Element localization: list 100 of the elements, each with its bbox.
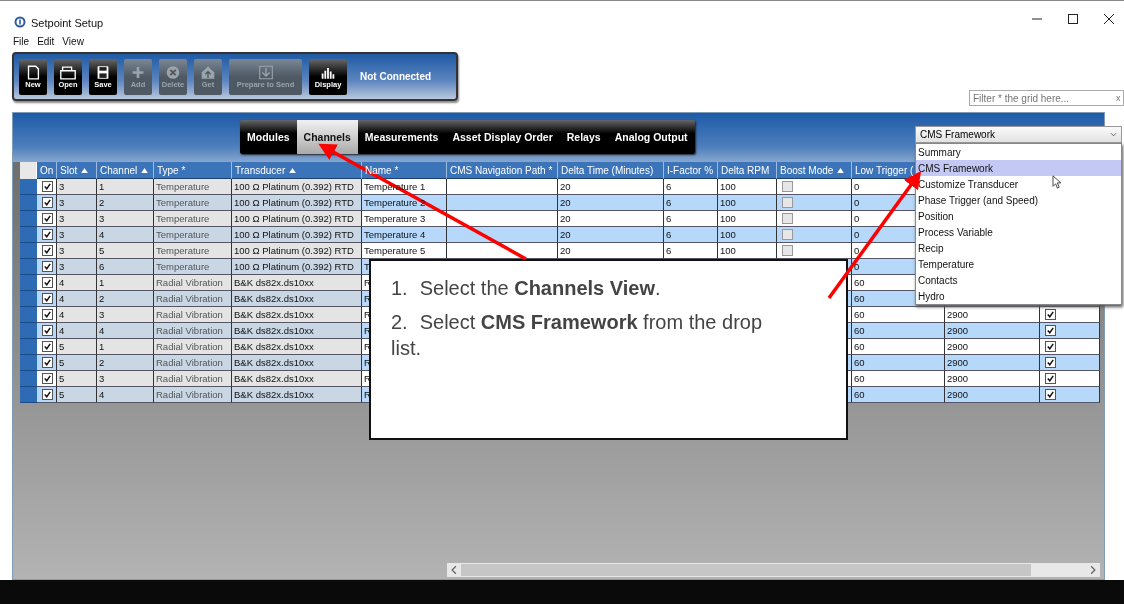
table-cell: 3: [57, 179, 97, 195]
maximize-icon[interactable]: [1068, 14, 1078, 24]
window-title: Setpoint Setup: [31, 17, 104, 29]
connection-status: Not Connected: [360, 71, 432, 82]
home-icon: [199, 64, 217, 80]
scroll-left-icon[interactable]: [450, 565, 458, 575]
checkbox[interactable]: [42, 181, 53, 192]
table-cell: Radial Vibration: [154, 307, 232, 323]
table-cell: 6: [664, 179, 718, 195]
table-cell: 4: [57, 323, 97, 339]
column-header[interactable]: Delta RPM: [718, 162, 777, 179]
view-tab[interactable]: Asset Display Order: [445, 120, 560, 154]
table-cell: Radial Vibration: [154, 291, 232, 307]
table-cell: Temperature: [154, 227, 232, 243]
table-cell: Temperature: [154, 179, 232, 195]
dropdown-option[interactable]: Summary: [916, 144, 1121, 160]
column-header[interactable]: Transducer: [232, 162, 362, 179]
table-cell: 3: [57, 259, 97, 275]
table-cell: Temperature 4: [362, 227, 447, 243]
menu-item[interactable]: File: [13, 35, 30, 47]
table-cell: Temperature: [154, 195, 232, 211]
column-header[interactable]: Delta Time (Minutes): [558, 162, 664, 179]
table-cell: 60: [852, 371, 945, 387]
checkbox[interactable]: [42, 309, 53, 320]
table-cell: 100: [718, 195, 777, 211]
sort-arrow-icon: [289, 167, 297, 173]
checkbox[interactable]: [782, 245, 793, 256]
checkbox[interactable]: [1045, 357, 1056, 368]
checkbox[interactable]: [42, 389, 53, 400]
table-cell: 4: [97, 227, 154, 243]
table-cell: 60: [852, 307, 945, 323]
sort-arrow-icon: [81, 167, 89, 173]
checkbox[interactable]: [1045, 309, 1056, 320]
table-cell: 3: [57, 211, 97, 227]
table-cell: 60: [852, 323, 945, 339]
table-cell: 100 Ω Platinum (0.392) RTD: [232, 179, 362, 195]
checkbox[interactable]: [1045, 341, 1056, 352]
checkbox[interactable]: [42, 261, 53, 272]
checkbox[interactable]: [782, 213, 793, 224]
menu-item[interactable]: Edit: [37, 35, 55, 47]
view-tab[interactable]: Measurements: [357, 120, 446, 154]
table-cell: Temperature 3: [362, 211, 447, 227]
table-cell: B&K ds82x.ds10xx: [232, 355, 362, 371]
view-tab[interactable]: Modules: [240, 120, 297, 154]
view-tab[interactable]: Relays: [559, 120, 608, 154]
column-header[interactable]: CMS Navigation Path *: [447, 162, 558, 179]
checkbox[interactable]: [42, 229, 53, 240]
table-cell: 4: [97, 323, 154, 339]
table-cell: Radial Vibration: [154, 387, 232, 403]
checkbox[interactable]: [782, 197, 793, 208]
checkbox[interactable]: [782, 229, 793, 240]
table-cell: 6: [97, 259, 154, 275]
menu-item[interactable]: View: [62, 35, 84, 47]
column-header[interactable]: Type *: [154, 162, 232, 179]
table-cell: 100 Ω Platinum (0.392) RTD: [232, 243, 362, 259]
checkbox[interactable]: [1045, 389, 1056, 400]
filter-field[interactable]: Filter * the grid here... x: [969, 90, 1124, 106]
clear-button[interactable]: x: [1116, 93, 1121, 103]
checkbox[interactable]: [42, 341, 53, 352]
table-cell: 3: [97, 307, 154, 323]
checkbox[interactable]: [782, 181, 793, 192]
checkbox[interactable]: [42, 245, 53, 256]
checkbox[interactable]: [42, 357, 53, 368]
table-cell: 100 Ω Platinum (0.392) RTD: [232, 259, 362, 275]
table-cell: B&K ds82x.ds10xx: [232, 307, 362, 323]
column-header[interactable]: Boost Mode: [777, 162, 852, 179]
table-cell: 100: [718, 227, 777, 243]
grid-corner: [20, 162, 37, 179]
scroll-right-icon[interactable]: [1089, 565, 1097, 575]
table-cell: 2900: [945, 355, 1040, 371]
checkbox[interactable]: [1045, 325, 1056, 336]
checkbox[interactable]: [42, 293, 53, 304]
table-cell: B&K ds82x.ds10xx: [232, 371, 362, 387]
column-header[interactable]: I-Factor %: [664, 162, 718, 179]
table-cell: B&K ds82x.ds10xx: [232, 275, 362, 291]
dropdown-option[interactable]: CMS Framework: [916, 160, 1121, 176]
table-cell: 100 Ω Platinum (0.392) RTD: [232, 211, 362, 227]
column-header[interactable]: On: [37, 162, 57, 179]
checkbox[interactable]: [42, 325, 53, 336]
table-cell: 2900: [945, 307, 1040, 323]
app-icon: [14, 16, 26, 28]
table-cell: 4: [57, 291, 97, 307]
table-cell: 1: [97, 339, 154, 355]
view-dropdown[interactable]: CMS Framework: [915, 126, 1122, 143]
table-cell: B&K ds82x.ds10xx: [232, 323, 362, 339]
horizontal-scrollbar[interactable]: [447, 563, 1100, 577]
table-cell: Temperature 2: [362, 195, 447, 211]
close-icon[interactable]: [1104, 14, 1114, 24]
checkbox[interactable]: [42, 197, 53, 208]
table-cell: 4: [57, 307, 97, 323]
checkbox[interactable]: [42, 213, 53, 224]
checkbox[interactable]: [42, 277, 53, 288]
column-header[interactable]: Slot: [57, 162, 97, 179]
checkbox[interactable]: [42, 373, 53, 384]
table-cell: 5: [57, 339, 97, 355]
view-tab[interactable]: Analog Output: [607, 120, 695, 154]
table-cell: 2900: [945, 371, 1040, 387]
checkbox[interactable]: [1045, 373, 1056, 384]
column-header[interactable]: Channel: [97, 162, 154, 179]
view-tab[interactable]: Channels: [296, 120, 358, 154]
